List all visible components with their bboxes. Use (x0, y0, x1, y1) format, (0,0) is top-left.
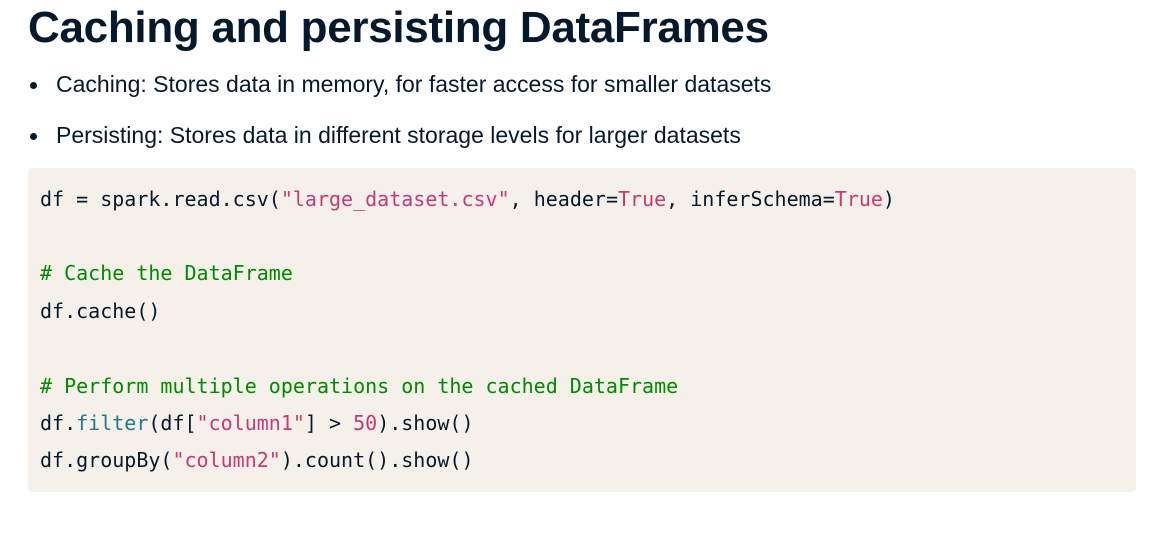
code-keyword: True (834, 187, 883, 211)
code-token: , header= (509, 187, 618, 211)
code-token: ) (882, 187, 895, 211)
code-token: ] > (304, 411, 354, 435)
slide: Caching and persisting DataFrames Cachin… (0, 0, 1164, 538)
code-string: "column2" (172, 448, 281, 472)
code-comment-cache: # Cache the DataFrame (40, 261, 293, 285)
code-token: , inferSchema= (666, 187, 835, 211)
bullet-text: Caching: Stores data in memory, for fast… (56, 71, 772, 97)
code-line-cache: df.cache() (40, 299, 161, 323)
code-line-filter: df.filter(df["column1"] > 50).show() (40, 410, 474, 436)
code-token: df. (40, 411, 77, 435)
bullet-list: Caching: Stores data in memory, for fast… (28, 70, 1136, 149)
code-line-read-csv: df = spark.read.csv("large_dataset.csv",… (40, 186, 895, 212)
code-token: ).show() (377, 411, 474, 435)
bullet-persisting: Persisting: Stores data in different sto… (28, 121, 1136, 149)
bullet-dot-icon (30, 82, 37, 89)
code-keyword: True (617, 187, 667, 211)
code-string: "column1" (196, 411, 305, 435)
bullet-dot-icon (30, 133, 37, 140)
code-token: df = spark.read.csv( (40, 187, 281, 211)
code-line-groupby: df.groupBy("column2").count().show() (40, 447, 473, 473)
bullet-text: Persisting: Stores data in different sto… (56, 122, 741, 148)
code-string: "large_dataset.csv" (280, 187, 510, 211)
code-token: (df[ (148, 411, 197, 435)
slide-title: Caching and persisting DataFrames (28, 3, 769, 52)
code-number: 50 (353, 411, 378, 435)
code-comment-operations: # Perform multiple operations on the cac… (40, 374, 679, 398)
code-token: df.groupBy( (40, 448, 173, 472)
code-builtin: filter (76, 411, 149, 435)
code-block: df = spark.read.csv("large_dataset.csv",… (28, 168, 1136, 492)
code-token: ).count().show() (280, 448, 474, 472)
bullet-caching: Caching: Stores data in memory, for fast… (28, 70, 1136, 98)
